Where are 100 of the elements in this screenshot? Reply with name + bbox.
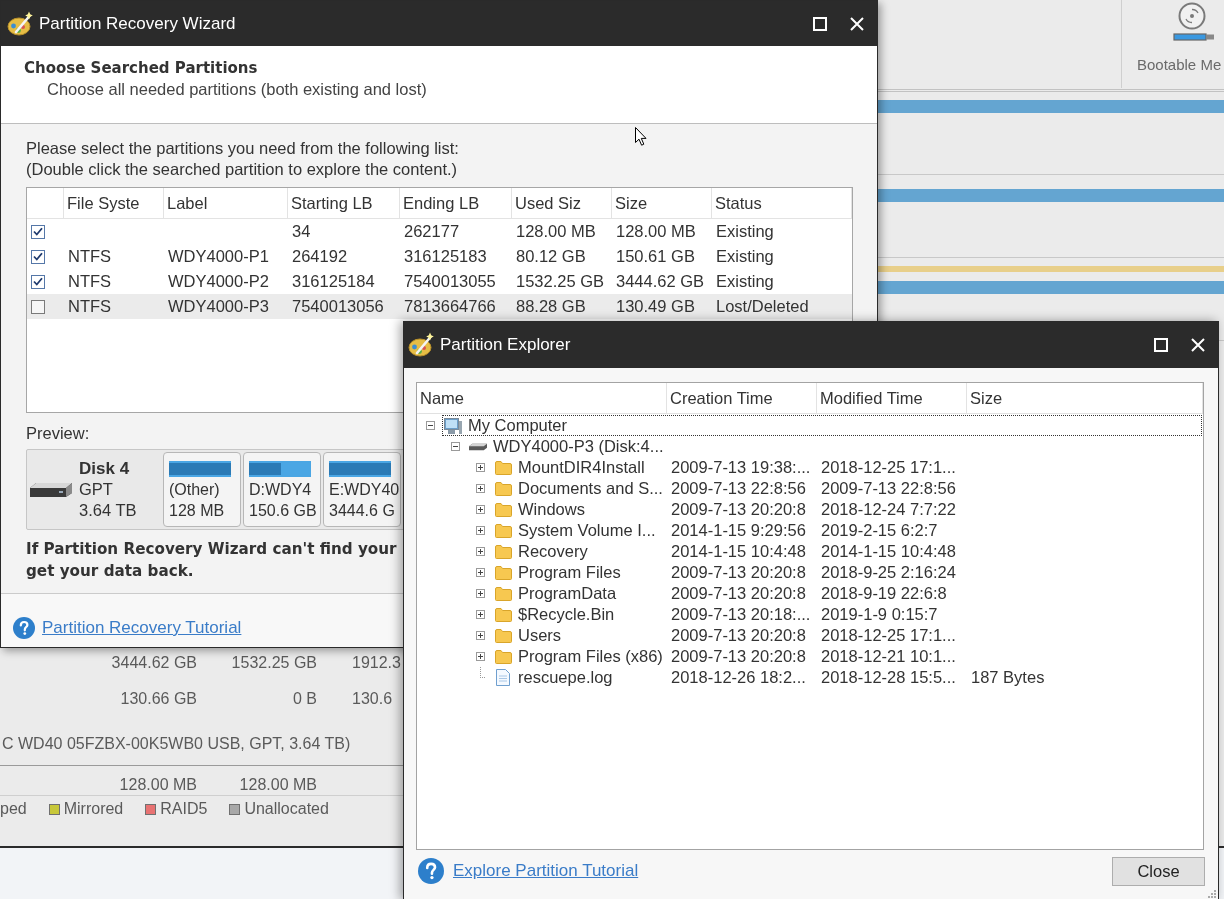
table-cell-text: Lost/Deleted <box>715 297 809 316</box>
column-header[interactable]: Size <box>612 188 712 218</box>
help-icon[interactable] <box>418 858 444 884</box>
warning-text: If Partition Recovery Wizard can't find your get your data back. <box>26 539 397 582</box>
partition-label: D:WDY4 <box>249 480 312 500</box>
folder-icon <box>494 628 512 643</box>
tree-row[interactable]: Users 2009-7-13 20:20:8 2018-12-25 17:1... <box>417 625 1203 646</box>
column-header[interactable]: Creation Time <box>667 383 817 413</box>
table-cell-text: 7540013056 <box>291 297 384 316</box>
folder-icon <box>494 586 512 601</box>
expand-icon[interactable] <box>476 484 485 493</box>
tree-row[interactable]: Documents and S... 2009-7-13 22:8:56 2009-7-13 22:8:56 <box>417 478 1203 499</box>
expand-icon[interactable] <box>476 526 485 535</box>
tree-row[interactable]: Recovery 2014-1-15 10:4:48 2014-1-15 10:4:48 <box>417 541 1203 562</box>
tree-row[interactable]: $Recycle.Bin 2009-7-13 20:18:... 2019-1-9 0:15:7 <box>417 604 1203 625</box>
tree-row[interactable]: My Computer <box>417 415 1203 436</box>
drive-icon <box>469 441 487 452</box>
partition-row[interactable]: NTFS WDY4000-P1 264192 316125183 80.12 GB 150.61 GB Existing <box>27 244 852 269</box>
magic-wand-icon <box>7 10 33 37</box>
tree-row[interactable]: WDY4000-P3 (Disk:4... <box>417 436 1203 457</box>
item-name: Program Files (x86) <box>518 647 663 666</box>
legend-label: Mirrored <box>63 800 124 818</box>
help-icon[interactable] <box>13 617 35 639</box>
column-header[interactable]: Starting LB <box>288 188 400 218</box>
table-cell: 1912.3 <box>352 654 401 672</box>
column-header[interactable]: Used Siz <box>512 188 612 218</box>
expand-icon[interactable] <box>476 568 485 577</box>
partition-block[interactable]: (Other) 128 MB <box>163 452 241 527</box>
expand-icon[interactable] <box>476 505 485 514</box>
column-header[interactable]: Modified Time <box>817 383 967 413</box>
folder-icon <box>494 565 512 580</box>
toolbar-button[interactable]: Bootable Me <box>1121 0 1224 88</box>
cursor-icon <box>635 127 647 146</box>
column-header[interactable]: Label <box>164 188 288 218</box>
maximize-icon[interactable] <box>1154 338 1168 352</box>
creation-time: 2009-7-13 22:8:56 <box>670 479 806 498</box>
partition-row[interactable]: NTFS WDY4000-P3 7540013056 7813664766 88.28 GB 130.49 GB Lost/Deleted <box>27 294 852 319</box>
creation-time: 2009-7-13 20:20:8 <box>670 584 806 603</box>
partition-size: 150.6 GB <box>249 501 317 521</box>
tree-row[interactable]: ProgramData 2009-7-13 20:20:8 2018-9-19 22:6:8 <box>417 583 1203 604</box>
collapse-icon[interactable] <box>426 421 435 430</box>
checkmark-icon <box>33 277 43 286</box>
partition-size: 128 MB <box>169 501 225 521</box>
partition-row[interactable]: NTFS WDY4000-P2 316125184 7540013055 1532.25 GB 3444.62 GB Existing <box>27 269 852 294</box>
item-name: ProgramData <box>518 584 617 603</box>
tree-row[interactable]: Windows 2009-7-13 20:20:8 2018-12-24 7:7:22 <box>417 499 1203 520</box>
column-header[interactable]: Size <box>967 383 1203 413</box>
modified-time: 2009-7-13 22:8:56 <box>820 479 956 498</box>
expand-icon[interactable] <box>476 652 485 661</box>
disk-name: Disk 4 <box>79 458 130 479</box>
column-header[interactable]: Ending LB <box>400 188 512 218</box>
modified-time: 2018-12-24 7:7:22 <box>820 500 956 519</box>
resize-grip-icon[interactable] <box>1208 890 1216 898</box>
close-button[interactable]: Close <box>1112 857 1205 886</box>
legend-label: Unallocated <box>244 800 329 818</box>
maximize-icon[interactable] <box>813 16 827 31</box>
folder-icon <box>494 544 512 559</box>
tree-row[interactable]: MountDIR4Install 2009-7-13 19:38:... 2018-12-25 17:1... <box>417 457 1203 478</box>
column-header[interactable]: Status <box>712 188 852 218</box>
file-icon <box>496 669 510 686</box>
partition-label: E:WDY40 <box>329 480 400 500</box>
checkmark-icon <box>33 227 43 236</box>
tree-row[interactable]: Program Files 2009-7-13 20:20:8 2018-9-25 2:16:24 <box>417 562 1203 583</box>
partition-block[interactable]: E:WDY40 3444.6 G <box>323 452 401 527</box>
tree-row[interactable]: System Volume I... 2014-1-15 9:29:56 2019-2-15 6:2:7 <box>417 520 1203 541</box>
expand-icon[interactable] <box>476 463 485 472</box>
table-cell-text: 128.00 MB <box>615 222 696 241</box>
column-header[interactable]: Name <box>417 383 667 413</box>
table-cell: 128.00 MB <box>239 776 317 794</box>
checkbox[interactable] <box>31 224 45 239</box>
folder-icon <box>494 649 512 664</box>
tree-row[interactable]: Program Files (x86) 2009-7-13 20:20:8 2018-12-21 10:1... <box>417 646 1203 667</box>
table-cell-text: WDY4000-P3 <box>167 297 269 316</box>
item-name: $Recycle.Bin <box>518 605 615 624</box>
partition-row[interactable]: 34 262177 128.00 MB 128.00 MB Existing <box>27 219 852 244</box>
tree-row[interactable]: rescuepe.log 2018-12-26 18:2... 2018-12-28 15:5... 187 Bytes <box>417 667 1203 688</box>
partition-block[interactable]: D:WDY4 150.6 GB <box>243 452 321 527</box>
expand-icon[interactable] <box>476 589 485 598</box>
table-cell: 130.66 GB <box>120 690 197 708</box>
partition-size: 3444.6 G <box>329 501 395 521</box>
item-name: Windows <box>518 500 585 519</box>
item-name: System Volume I... <box>518 521 656 540</box>
creation-time: 2014-1-15 9:29:56 <box>670 521 806 540</box>
expand-icon[interactable] <box>476 631 485 640</box>
collapse-icon[interactable] <box>451 442 460 451</box>
expand-icon[interactable] <box>476 610 485 619</box>
tutorial-link[interactable]: Partition Recovery Tutorial <box>42 618 242 638</box>
tutorial-link[interactable]: Explore Partition Tutorial <box>453 861 639 881</box>
checkbox[interactable] <box>31 299 45 314</box>
expand-icon[interactable] <box>476 547 485 556</box>
table-cell: 1532.25 GB <box>231 654 317 672</box>
table-cell-text: 128.00 MB <box>515 222 596 241</box>
modified-time: 2018-12-25 17:1... <box>820 458 956 477</box>
checkbox[interactable] <box>31 274 45 289</box>
checkbox[interactable] <box>31 249 45 264</box>
close-icon[interactable] <box>850 16 864 31</box>
table-cell-text: 7540013055 <box>403 272 496 291</box>
column-header[interactable]: File Syste <box>64 188 164 218</box>
close-icon[interactable] <box>1191 338 1205 352</box>
creation-time: 2009-7-13 20:20:8 <box>670 500 806 519</box>
